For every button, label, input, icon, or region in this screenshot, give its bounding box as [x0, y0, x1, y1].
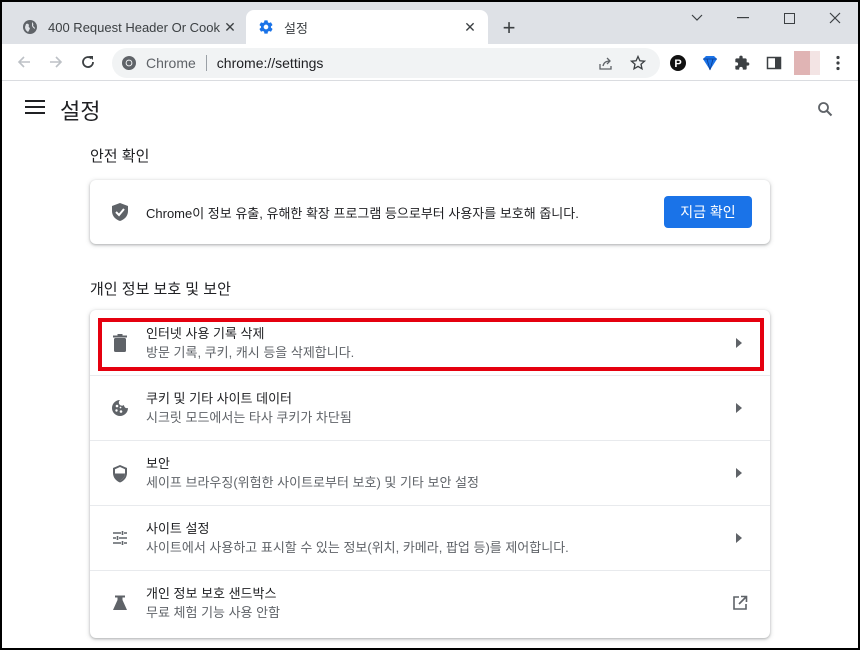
svg-text:P: P — [674, 58, 681, 70]
row-label: 쿠키 및 기타 사이트 데이터 — [146, 391, 293, 406]
address-bar[interactable]: Chrome chrome://settings — [112, 48, 660, 78]
side-panel-icon[interactable] — [764, 53, 784, 73]
clear-browsing-data-row[interactable]: 인터넷 사용 기록 삭제 방문 기록, 쿠키, 캐시 등을 삭제합니다. — [90, 310, 770, 375]
trash-icon — [110, 333, 130, 353]
safety-check-description: Chrome이 정보 유출, 유해한 확장 프로그램 등으로부터 사용자를 보호… — [146, 205, 579, 221]
privacy-card: 인터넷 사용 기록 삭제 방문 기록, 쿠키, 캐시 등을 삭제합니다. 쿠키 … — [90, 310, 770, 638]
profile-avatar[interactable] — [794, 51, 820, 75]
privacy-heading: 개인 정보 보호 및 보안 — [90, 281, 231, 298]
arrow-right-icon — [734, 533, 744, 543]
page-title: 설정 — [60, 99, 101, 124]
cookie-icon — [110, 398, 130, 418]
search-icon[interactable] — [814, 98, 836, 120]
close-icon — [829, 12, 841, 24]
new-tab-button[interactable]: + — [496, 15, 522, 41]
settings-page: 설정 안전 확인 Chrome이 정보 유출, 유해한 확장 프로그램 등으로부… — [2, 82, 858, 648]
flask-icon — [110, 593, 130, 613]
reload-button[interactable] — [74, 48, 102, 76]
cookies-row[interactable]: 쿠키 및 기타 사이트 데이터 시크릿 모드에서는 타사 쿠키가 차단됨 — [90, 375, 770, 440]
menu-icon[interactable] — [828, 53, 848, 73]
close-tab-icon[interactable]: ✕ — [460, 17, 480, 37]
maximize-icon — [783, 12, 795, 24]
close-window-button[interactable] — [812, 2, 858, 34]
minimize-button[interactable] — [720, 2, 766, 34]
toolbar: Chrome chrome://settings P — [2, 44, 858, 81]
row-label: 사이트 설정 — [146, 521, 210, 536]
row-label: 개인 정보 보호 샌드박스 — [146, 586, 277, 601]
tab-400-error[interactable]: 400 Request Header Or Cookie ✕ — [10, 10, 248, 44]
row-sublabel: 방문 기록, 쿠키, 캐시 등을 삭제합니다. — [146, 344, 355, 360]
globe-icon — [22, 19, 38, 35]
security-row[interactable]: 보안 세이프 브라우징(위험한 사이트로부터 보호) 및 기타 보안 설정 — [90, 440, 770, 505]
arrow-right-icon — [734, 403, 744, 413]
shield-icon — [110, 463, 130, 483]
row-label: 인터넷 사용 기록 삭제 — [146, 325, 265, 341]
share-icon[interactable] — [596, 53, 616, 73]
safety-check-card: Chrome이 정보 유출, 유해한 확장 프로그램 등으로부터 사용자를 보호… — [90, 180, 770, 244]
row-sublabel: 시크릿 모드에서는 타사 쿠키가 차단됨 — [146, 410, 352, 425]
tab-search-button[interactable] — [674, 2, 720, 34]
arrow-right-icon — [734, 468, 744, 478]
tab-title: 설정 — [284, 20, 308, 36]
check-now-button[interactable]: 지금 확인 — [664, 196, 752, 228]
maximize-button[interactable] — [766, 2, 812, 34]
chrome-logo-icon — [120, 54, 138, 72]
open-in-new-icon[interactable] — [730, 593, 750, 613]
tune-icon — [110, 528, 130, 548]
forward-button[interactable] — [42, 48, 70, 76]
reload-icon — [82, 56, 94, 68]
browser-window: 400 Request Header Or Cookie ✕ 설정 ✕ + Ch… — [2, 2, 858, 648]
hamburger-menu-icon[interactable] — [25, 100, 45, 116]
gear-icon — [258, 19, 274, 35]
close-tab-icon[interactable]: ✕ — [220, 17, 240, 37]
shield-check-icon — [110, 202, 130, 222]
safety-check-heading: 안전 확인 — [90, 148, 150, 165]
arrow-right-icon — [50, 56, 63, 68]
p-extension-icon[interactable]: P — [668, 53, 688, 73]
tab-title: 400 Request Header Or Cookie — [48, 19, 220, 35]
arrow-right-icon — [734, 337, 744, 348]
minimize-icon — [737, 17, 749, 19]
arrow-left-icon — [17, 56, 30, 68]
tab-strip: 400 Request Header Or Cookie ✕ 설정 ✕ + — [2, 2, 858, 44]
row-label: 보안 — [146, 456, 170, 471]
chevron-down-icon — [691, 14, 703, 21]
site-settings-row[interactable]: 사이트 설정 사이트에서 사용하고 표시할 수 있는 정보(위치, 카메라, 팝… — [90, 505, 770, 570]
row-sublabel: 세이프 브라우징(위험한 사이트로부터 보호) 및 기타 보안 설정 — [146, 475, 479, 490]
back-button[interactable] — [10, 48, 38, 76]
url-text[interactable]: chrome://settings — [217, 55, 324, 71]
row-sublabel: 무료 체험 기능 사용 안함 — [146, 605, 281, 620]
privacy-sandbox-row[interactable]: 개인 정보 보호 샌드박스 무료 체험 기능 사용 안함 — [90, 570, 770, 635]
site-chip: Chrome — [146, 55, 196, 71]
bookmark-star-icon[interactable] — [628, 53, 648, 73]
diamond-extension-icon[interactable] — [700, 53, 720, 73]
tab-settings[interactable]: 설정 ✕ — [246, 10, 488, 44]
separator — [205, 55, 207, 71]
row-sublabel: 사이트에서 사용하고 표시할 수 있는 정보(위치, 카메라, 팝업 등)를 제… — [146, 540, 569, 555]
puzzle-icon[interactable] — [732, 53, 752, 73]
